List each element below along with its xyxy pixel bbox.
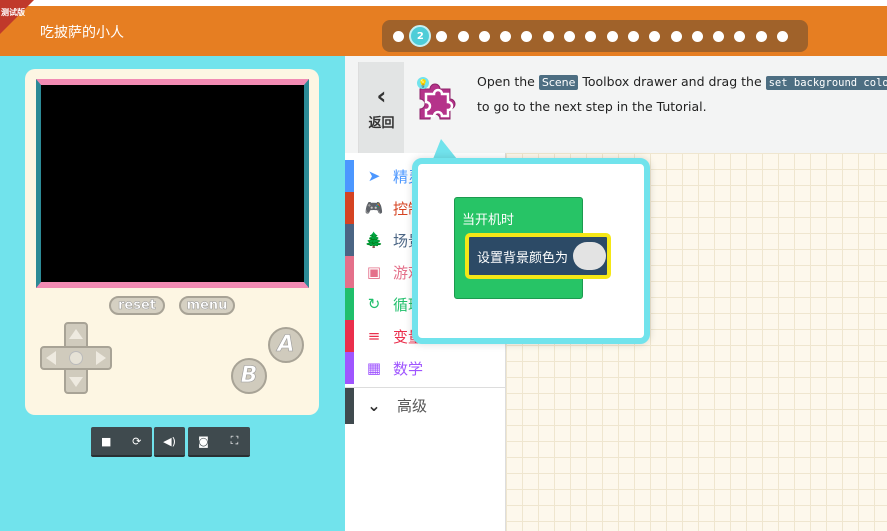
tree-icon: 🌲 [364,231,384,249]
dpad-left-icon[interactable] [46,351,56,365]
dpad[interactable] [40,322,112,394]
beta-label: 测试版 [1,8,25,17]
progress-step-dot[interactable] [606,30,618,42]
chevron-left-icon: ‹ [376,82,387,110]
simulator-panel: reset menu A B ■ ⟳ ◀) ◙ ⛶ [0,56,345,531]
tutorial-bar: ‹ 返回 💡 Open the Scene Toolbox drawer and… [345,56,887,153]
toolbox-flyout: 当开机时 设置背景颜色为 [412,158,650,344]
toolbox-category[interactable]: ▦ 数学 [345,352,506,384]
refresh-icon: ↻ [367,295,381,313]
gamepad-icon: 🎮 [364,199,384,217]
progress-step-dot[interactable] [691,30,703,42]
restart-icon[interactable]: ⟳ [123,435,151,448]
category-color-bar [345,352,354,384]
category-color-bar [345,256,354,288]
advanced-color-bar [345,387,354,424]
project-title[interactable]: 吃披萨的小人 [40,22,124,42]
screen-frame [36,79,309,288]
advanced-label: 高级 [397,397,428,415]
progress-step-dot[interactable] [457,30,469,42]
stop-icon[interactable]: ■ [92,435,120,448]
dpad-down-icon[interactable] [69,377,83,387]
screenshot-icon[interactable]: ◙ [190,435,218,448]
progress-step-dot[interactable] [542,30,554,42]
set-background-color-block[interactable]: 设置背景颜色为 [465,233,611,279]
progress-step-dot[interactable] [436,30,448,42]
tutorial-pointer [433,139,457,159]
id-card-icon: ▣ [366,263,382,281]
reset-button[interactable]: reset [109,296,165,315]
game-screen[interactable] [41,85,304,282]
progress-step-dot[interactable] [627,30,639,42]
tutorial-text-1: Open the [477,74,539,89]
scene-chip: Scene [538,75,579,90]
header-bar: 吃披萨的小人 2 [0,6,887,56]
on-start-label: 当开机时 [462,213,515,228]
set-background-color-chip: set background color [765,76,887,90]
tutorial-instructions: Open the Scene Toolbox drawer and drag t… [477,70,887,118]
category-color-bar [345,320,354,352]
progress-step-dot[interactable] [734,30,746,42]
category-color-bar [345,288,354,320]
progress-step-dot[interactable] [521,30,533,42]
toolbox-advanced[interactable]: ⌄ 高级 [345,387,506,424]
progress-step-dot[interactable] [755,30,767,42]
progress-step-dot[interactable] [649,30,661,42]
dpad-right-icon[interactable] [96,351,106,365]
b-button[interactable]: B [231,358,267,394]
puzzle-piece-icon: 💡 [417,77,456,120]
paper-plane-icon: ➤ [367,167,381,185]
dpad-center-circle [69,351,83,365]
progress-step-dot[interactable] [478,30,490,42]
chevron-down-icon: ⌄ [367,396,381,415]
progress-step-dot[interactable] [564,30,576,42]
tutorial-text-line2: to go to the next step in the Tutorial. [477,99,707,114]
game-device: reset menu A B [25,69,319,415]
progress-step-dot[interactable] [777,30,789,42]
progress-step-dot[interactable] [585,30,597,42]
list-icon: ≡ [367,327,381,345]
progress-step-dot[interactable] [393,30,404,42]
set-background-color-label: 设置背景颜色为 [477,251,569,266]
a-button[interactable]: A [268,327,304,363]
svg-text:💡: 💡 [418,78,428,88]
dpad-up-icon[interactable] [69,329,83,339]
sim-control-group-3: ◙ ⛶ [188,427,250,457]
back-button[interactable]: ‹ 返回 [358,62,404,153]
category-color-bar [345,160,354,192]
back-label: 返回 [368,116,395,131]
calculator-icon: ▦ [366,359,382,377]
tutorial-text-2: Toolbox drawer and drag the [578,74,766,89]
progress-step-dot[interactable] [500,30,512,42]
progress-step-dot[interactable] [670,30,682,42]
menu-button[interactable]: menu [179,296,235,315]
category-color-bar [345,192,354,224]
category-label: 数学 [393,359,424,378]
tutorial-progress: 2 [382,20,808,52]
category-color-bar [345,224,354,256]
sound-icon[interactable]: ◀) [156,435,184,448]
sim-control-group-2: ◀) [154,427,185,457]
color-picker-field[interactable] [573,242,606,270]
sim-control-group-1: ■ ⟳ [91,427,152,457]
progress-step-current[interactable]: 2 [409,25,432,47]
fullscreen-icon[interactable]: ⛶ [221,434,249,448]
progress-step-dot[interactable] [713,30,725,42]
